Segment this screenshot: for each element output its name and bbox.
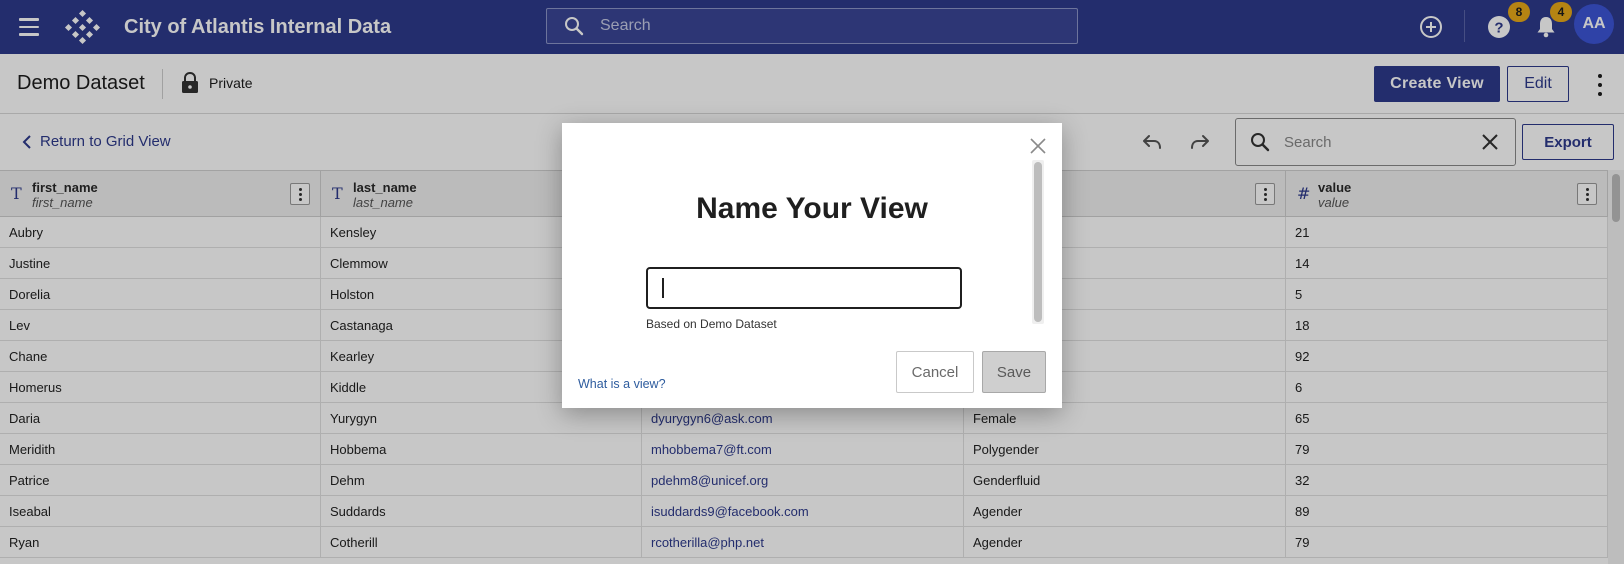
- save-button[interactable]: Save: [982, 351, 1046, 393]
- helper-text: Based on Demo Dataset: [646, 317, 777, 331]
- cancel-button[interactable]: Cancel: [896, 351, 974, 393]
- view-name-input[interactable]: [646, 267, 962, 309]
- text-caret: [662, 278, 664, 298]
- close-icon[interactable]: [1028, 136, 1048, 156]
- what-is-a-view-link[interactable]: What is a view?: [578, 377, 666, 391]
- dialog-scrollbar[interactable]: [1032, 160, 1044, 324]
- dialog-title: Name Your View: [696, 192, 928, 225]
- scrollbar-thumb[interactable]: [1034, 162, 1042, 322]
- name-view-dialog: Name Your View Based on Demo Dataset Wha…: [562, 123, 1062, 408]
